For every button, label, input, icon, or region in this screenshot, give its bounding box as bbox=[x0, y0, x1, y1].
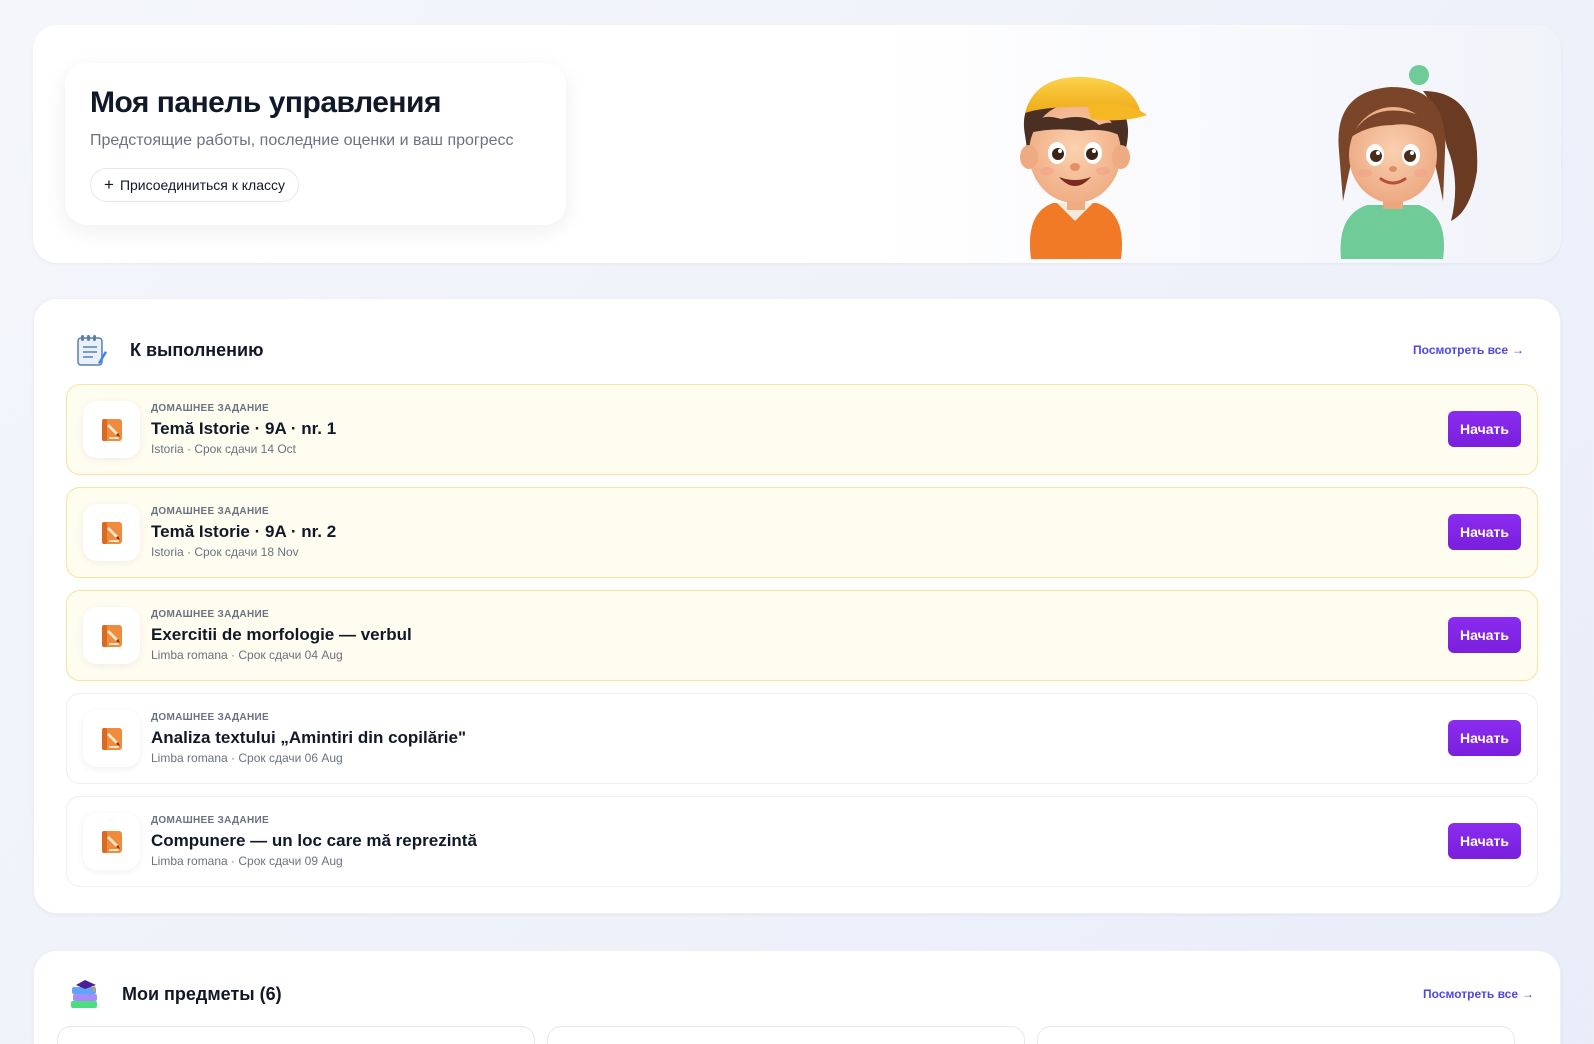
task-type-label: ДОМАШНЕЕ ЗАДАНИЕ bbox=[151, 506, 269, 517]
todo-panel: К выполнению Посмотреть все → ДОМАШНЕЕ З… bbox=[33, 298, 1561, 914]
join-class-label: Присоединиться к классу bbox=[119, 177, 285, 193]
todo-view-all-link[interactable]: Посмотреть все → bbox=[1413, 343, 1524, 357]
plus-icon: + bbox=[104, 174, 114, 194]
todo-header: К выполнению bbox=[74, 333, 263, 367]
join-class-button[interactable]: + Присоединиться к классу bbox=[90, 168, 299, 202]
task-body: ДОМАШНЕЕ ЗАДАНИЕ Exercitii de morfologie… bbox=[151, 608, 412, 663]
task-body: ДОМАШНЕЕ ЗАДАНИЕ Temă Istorie · 9A · nr.… bbox=[151, 402, 336, 457]
subject-card[interactable] bbox=[57, 1026, 535, 1044]
notepad-icon bbox=[77, 335, 107, 366]
task-meta: Istoria · Срок сдачи 18 Nov bbox=[151, 545, 299, 559]
task-meta: Limba romana · Срок сдачи 09 Aug bbox=[151, 854, 343, 868]
boy-avatar bbox=[1020, 76, 1147, 259]
task-icon-tile bbox=[83, 813, 140, 870]
hero-banner: Моя панель управления Предстоящие работы… bbox=[33, 25, 1561, 263]
task-title: Exercitii de morfologie — verbul bbox=[151, 625, 412, 644]
task-icon-tile bbox=[83, 504, 140, 561]
task-row[interactable]: ДОМАШНЕЕ ЗАДАНИЕ Exercitii de morfologie… bbox=[66, 590, 1538, 681]
task-title: Analiza textului „Amintiri din copilărie… bbox=[151, 728, 467, 747]
homework-book-icon bbox=[101, 418, 122, 441]
homework-book-icon bbox=[101, 830, 122, 853]
subjects-view-all-link[interactable]: Посмотреть все → bbox=[1423, 987, 1534, 1001]
subjects-panel: Мои предметы (6) Посмотреть все → bbox=[33, 950, 1561, 1044]
start-task-button[interactable]: Начать bbox=[1448, 411, 1521, 447]
start-task-button[interactable]: Начать bbox=[1448, 617, 1521, 653]
task-row[interactable]: ДОМАШНЕЕ ЗАДАНИЕ Temă Istorie · 9A · nr.… bbox=[66, 384, 1538, 475]
subjects-title: Мои предметы (6) bbox=[122, 983, 282, 1004]
page-subtitle: Предстоящие работы, последние оценки и в… bbox=[90, 132, 514, 149]
task-type-label: ДОМАШНЕЕ ЗАДАНИЕ bbox=[151, 403, 269, 414]
subject-card[interactable] bbox=[1037, 1026, 1515, 1044]
page-title: Моя панель управления bbox=[90, 86, 441, 119]
books-icon bbox=[71, 980, 97, 1008]
start-task-button[interactable]: Начать bbox=[1448, 720, 1521, 756]
task-icon-tile bbox=[83, 607, 140, 664]
task-row[interactable]: ДОМАШНЕЕ ЗАДАНИЕ Analiza textului „Amint… bbox=[66, 693, 1538, 784]
task-title: Temă Istorie · 9A · nr. 2 bbox=[151, 522, 337, 541]
task-list: ДОМАШНЕЕ ЗАДАНИЕ Temă Istorie · 9A · nr.… bbox=[66, 384, 1538, 899]
task-icon-tile bbox=[83, 710, 140, 767]
start-task-button[interactable]: Начать bbox=[1448, 514, 1521, 550]
subject-cards bbox=[57, 1026, 1515, 1044]
task-title: Temă Istorie · 9A · nr. 1 bbox=[151, 419, 337, 438]
task-body: ДОМАШНЕЕ ЗАДАНИЕ Temă Istorie · 9A · nr.… bbox=[151, 505, 336, 560]
todo-title: К выполнению bbox=[130, 339, 264, 360]
arrow-right-icon: → bbox=[1522, 987, 1534, 1001]
task-body: ДОМАШНЕЕ ЗАДАНИЕ Compunere — un loc care… bbox=[151, 814, 477, 869]
task-body: ДОМАШНЕЕ ЗАДАНИЕ Analiza textului „Amint… bbox=[151, 711, 466, 766]
hero-card: Моя панель управления Предстоящие работы… bbox=[65, 63, 566, 225]
subject-card[interactable] bbox=[547, 1026, 1025, 1044]
task-row[interactable]: ДОМАШНЕЕ ЗАДАНИЕ Temă Istorie · 9A · nr.… bbox=[66, 487, 1538, 578]
task-type-label: ДОМАШНЕЕ ЗАДАНИЕ bbox=[151, 712, 269, 723]
todo-view-all-label: Посмотреть все bbox=[1413, 343, 1508, 357]
task-type-label: ДОМАШНЕЕ ЗАДАНИЕ bbox=[151, 609, 269, 620]
task-title: Compunere — un loc care mă reprezintă bbox=[151, 831, 477, 850]
task-meta: Limba romana · Срок сдачи 06 Aug bbox=[151, 751, 343, 765]
task-row[interactable]: ДОМАШНЕЕ ЗАДАНИЕ Compunere — un loc care… bbox=[66, 796, 1538, 887]
subjects-view-all-label: Посмотреть все bbox=[1423, 987, 1518, 1001]
task-icon-tile bbox=[83, 401, 140, 458]
task-type-label: ДОМАШНЕЕ ЗАДАНИЕ bbox=[151, 815, 269, 826]
homework-book-icon bbox=[101, 624, 122, 647]
task-meta: Limba romana · Срок сдачи 04 Aug bbox=[151, 648, 343, 662]
task-meta: Istoria · Срок сдачи 14 Oct bbox=[151, 442, 296, 456]
arrow-right-icon: → bbox=[1512, 343, 1524, 357]
homework-book-icon bbox=[101, 727, 122, 750]
girl-avatar bbox=[1338, 65, 1478, 259]
subjects-header: Мои предметы (6) bbox=[68, 977, 282, 1011]
start-task-button[interactable]: Начать bbox=[1448, 823, 1521, 859]
homework-book-icon bbox=[101, 521, 122, 544]
